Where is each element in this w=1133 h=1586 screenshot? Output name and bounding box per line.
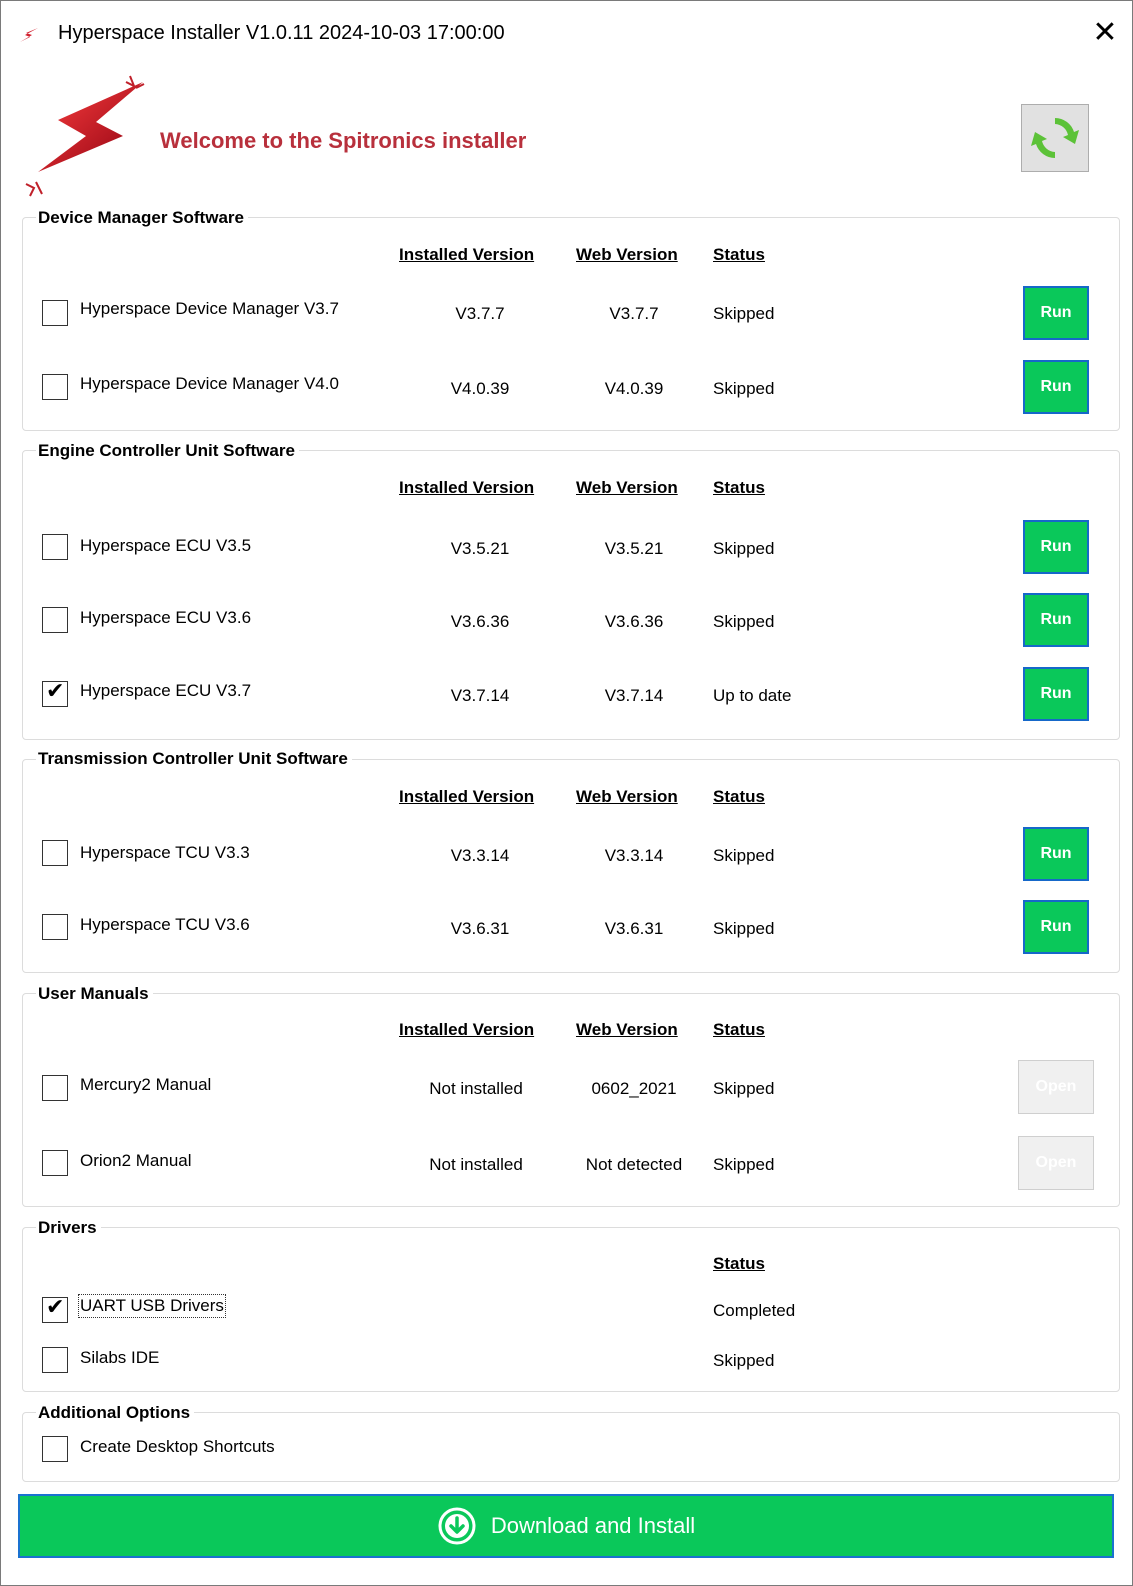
checkbox-tcu-v36[interactable] <box>42 914 68 940</box>
app-logo-icon <box>20 28 38 42</box>
title-bar: Hyperspace Installer V1.0.11 2024-10-03 … <box>0 0 1133 70</box>
group-title-tcu: Transmission Controller Unit Software <box>36 749 352 769</box>
checkbox-silabs-ide[interactable] <box>42 1347 68 1373</box>
web-tcu-v33: V3.3.14 <box>604 846 664 865</box>
label-tcu-v33: Hyperspace TCU V3.3 <box>80 843 250 862</box>
run-button-device-manager-v37[interactable]: Run <box>1023 286 1089 340</box>
col-status: Status <box>713 787 765 806</box>
installed-device-manager-v37: V3.7.7 <box>455 304 505 323</box>
run-button-device-manager-v40[interactable]: Run <box>1023 360 1089 414</box>
group-title-device-manager: Device Manager Software <box>36 208 248 228</box>
status-uart-usb-drivers: Completed <box>713 1301 796 1320</box>
status-device-manager-v37: Skipped <box>713 304 775 323</box>
web-tcu-v36: V3.6.31 <box>604 919 664 938</box>
checkbox-create-desktop-shortcuts[interactable] <box>42 1436 68 1462</box>
label-ecu-v37: Hyperspace ECU V3.7 <box>80 681 252 700</box>
label-device-manager-v37: Hyperspace Device Manager V3.7 <box>80 299 339 318</box>
checkbox-tcu-v33[interactable] <box>42 840 68 866</box>
run-button-tcu-v36[interactable]: Run <box>1023 900 1089 954</box>
col-status: Status <box>713 1254 765 1273</box>
checkbox-ecu-v35[interactable] <box>42 534 68 560</box>
run-button-tcu-v33[interactable]: Run <box>1023 827 1089 881</box>
checkmark-icon: ✔ <box>46 1295 65 1320</box>
status-ecu-v36: Skipped <box>713 612 775 631</box>
checkbox-device-manager-v40[interactable] <box>42 374 68 400</box>
checkmark-icon: ✔ <box>46 679 65 704</box>
label-tcu-v36: Hyperspace TCU V3.6 <box>80 915 250 934</box>
welcome-heading: Welcome to the Spitronics installer <box>160 128 527 153</box>
group-title-additional-options: Additional Options <box>36 1403 195 1423</box>
run-button-ecu-v35[interactable]: Run <box>1023 520 1089 574</box>
col-installed-version: Installed Version <box>399 787 535 806</box>
download-icon <box>438 1507 476 1545</box>
label-mercury2-manual: Mercury2 Manual <box>80 1075 212 1094</box>
open-button-mercury2-manual[interactable]: Open <box>1018 1060 1094 1114</box>
label-orion2-manual: Orion2 Manual <box>80 1151 192 1170</box>
refresh-button[interactable] <box>1021 104 1089 172</box>
group-tcu <box>22 759 1120 973</box>
checkbox-uart-usb-drivers[interactable]: ✔ <box>42 1295 68 1323</box>
label-create-desktop-shortcuts: Create Desktop Shortcuts <box>80 1437 275 1456</box>
checkbox-orion2-manual[interactable] <box>42 1150 68 1176</box>
web-mercury2-manual: 0602_2021 <box>591 1079 677 1098</box>
status-device-manager-v40: Skipped <box>713 379 775 398</box>
group-title-user-manuals: User Manuals <box>36 984 153 1004</box>
status-ecu-v35: Skipped <box>713 539 775 558</box>
group-title-drivers: Drivers <box>36 1218 101 1238</box>
installed-orion2-manual: Not installed <box>429 1155 523 1174</box>
installed-ecu-v36: V3.6.36 <box>450 612 510 631</box>
open-button-orion2-manual[interactable]: Open <box>1018 1136 1094 1190</box>
status-tcu-v33: Skipped <box>713 846 775 865</box>
installed-tcu-v33: V3.3.14 <box>450 846 510 865</box>
web-device-manager-v40: V4.0.39 <box>604 379 664 398</box>
refresh-icon <box>1031 118 1079 158</box>
label-ecu-v35: Hyperspace ECU V3.5 <box>80 536 252 555</box>
status-tcu-v36: Skipped <box>713 919 775 938</box>
label-uart-usb-drivers: UART USB Drivers <box>78 1294 226 1318</box>
web-ecu-v37: V3.7.14 <box>604 686 664 705</box>
checkbox-device-manager-v37[interactable] <box>42 300 68 326</box>
checkbox-ecu-v37[interactable]: ✔ <box>42 679 68 707</box>
col-web-version: Web Version <box>576 787 678 806</box>
col-installed-version: Installed Version <box>399 478 535 497</box>
col-web-version: Web Version <box>576 245 678 264</box>
run-button-ecu-v37[interactable]: Run <box>1023 667 1089 721</box>
label-device-manager-v40: Hyperspace Device Manager V4.0 <box>80 374 339 393</box>
web-ecu-v36: V3.6.36 <box>604 612 664 631</box>
col-installed-version: Installed Version <box>399 245 535 264</box>
label-silabs-ide: Silabs IDE <box>80 1348 160 1367</box>
status-silabs-ide: Skipped <box>713 1351 775 1370</box>
group-title-ecu: Engine Controller Unit Software <box>36 441 299 461</box>
checkbox-mercury2-manual[interactable] <box>42 1075 68 1101</box>
col-status: Status <box>713 245 765 264</box>
col-status: Status <box>713 478 765 497</box>
web-ecu-v35: V3.5.21 <box>604 539 664 558</box>
window-title: Hyperspace Installer V1.0.11 2024-10-03 … <box>58 22 505 44</box>
installed-mercury2-manual: Not installed <box>429 1079 523 1098</box>
installed-tcu-v36: V3.6.31 <box>450 919 510 938</box>
group-device-manager <box>22 217 1120 431</box>
download-and-install-label: Download and Install <box>490 1513 696 1538</box>
run-button-ecu-v36[interactable]: Run <box>1023 593 1089 647</box>
web-device-manager-v37: V3.7.7 <box>609 304 659 323</box>
col-status: Status <box>713 1020 765 1039</box>
col-web-version: Web Version <box>576 478 678 497</box>
checkbox-ecu-v36[interactable] <box>42 607 68 633</box>
spitronics-logo <box>25 75 145 197</box>
installed-ecu-v37: V3.7.14 <box>450 686 510 705</box>
web-orion2-manual: Not detected <box>585 1155 683 1174</box>
installed-ecu-v35: V3.5.21 <box>450 539 510 558</box>
col-web-version: Web Version <box>576 1020 678 1039</box>
download-and-install-button[interactable]: Download and Install <box>18 1494 1114 1558</box>
col-installed-version: Installed Version <box>399 1020 535 1039</box>
status-mercury2-manual: Skipped <box>713 1079 775 1098</box>
label-ecu-v36: Hyperspace ECU V3.6 <box>80 608 252 627</box>
installed-device-manager-v40: V4.0.39 <box>450 379 510 398</box>
status-ecu-v37: Up to date <box>713 686 792 705</box>
status-orion2-manual: Skipped <box>713 1155 775 1174</box>
close-icon[interactable]: ✕ <box>1090 18 1120 48</box>
